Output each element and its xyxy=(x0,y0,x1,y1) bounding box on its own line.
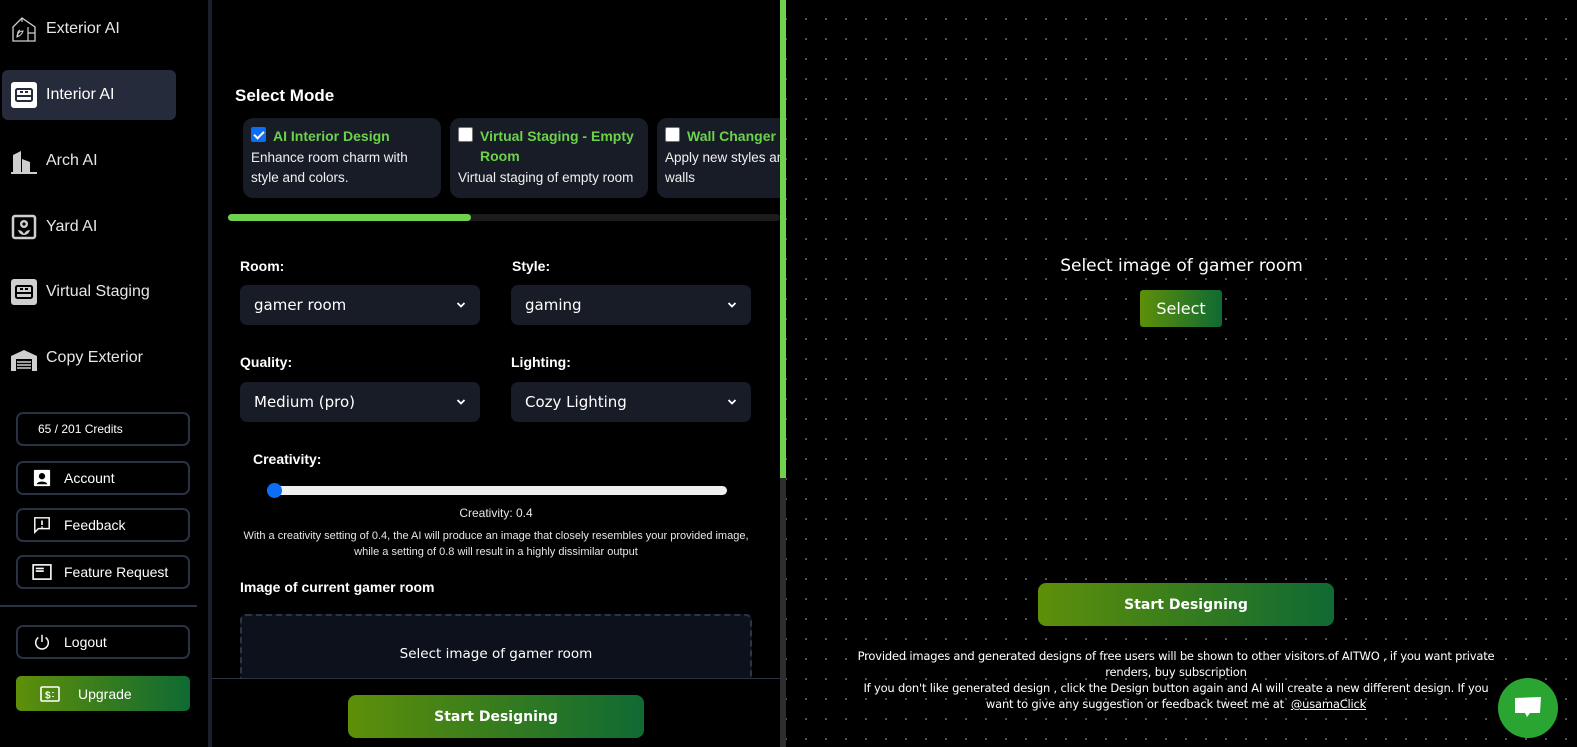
image-upload-label: Image of current gamer room xyxy=(240,579,435,595)
mode-card-ai-interior-design[interactable]: AI Interior Design Enhance room charm wi… xyxy=(243,118,441,198)
mode-description: Enhance room charm with style and colors… xyxy=(251,150,408,185)
logout-button[interactable]: Logout xyxy=(16,625,190,659)
mode-checkbox[interactable] xyxy=(665,127,680,142)
flower-icon xyxy=(10,213,38,241)
mode-title: Wall Changer xyxy=(687,128,776,144)
feedback-notice-line: If you don't like generated design , cli… xyxy=(856,680,1496,712)
privacy-notice-line: Provided images and generated designs of… xyxy=(857,649,1495,679)
sidebar-item-yard-ai[interactable]: Yard AI xyxy=(2,202,176,252)
sidebar-item-interior-ai[interactable]: Interior AI xyxy=(2,70,176,120)
creativity-label: Creativity: xyxy=(253,451,322,467)
select-image-button[interactable]: Select xyxy=(1140,290,1222,327)
sidebar-divider xyxy=(0,605,197,607)
mode-description: Virtual staging of empty room xyxy=(458,170,634,185)
preview-panel: Select image of gamer room Select Start … xyxy=(786,0,1577,747)
mode-checkbox[interactable] xyxy=(458,127,473,142)
account-label: Account xyxy=(64,470,115,486)
feature-request-label: Feature Request xyxy=(64,564,169,580)
svg-text:$: $ xyxy=(45,690,51,701)
garage-icon xyxy=(10,344,38,372)
mode-card-virtual-staging-empty-room[interactable]: Virtual Staging - Empty Room Virtual sta… xyxy=(450,118,648,198)
select-image-label: Select xyxy=(1156,299,1206,318)
feedback-icon xyxy=(32,515,52,535)
preview-start-designing-button[interactable]: Start Designing xyxy=(1038,583,1334,626)
creativity-help-text: With a creativity setting of 0.4, the AI… xyxy=(243,530,749,558)
start-designing-button[interactable]: Start Designing xyxy=(348,695,644,738)
sidebar-item-label: Copy Exterior xyxy=(46,349,143,366)
sidebar-item-label: Interior AI xyxy=(46,86,115,103)
mode-card-wall-changer[interactable]: Wall Changer Apply new styles and colors… xyxy=(657,118,780,198)
settings-panel: Select Mode AI Interior Design Enhance r… xyxy=(212,0,780,747)
preview-start-designing-label: Start Designing xyxy=(1124,596,1248,613)
chevron-down-icon xyxy=(456,399,466,405)
chat-widget-button[interactable] xyxy=(1498,678,1558,738)
quality-label: Quality: xyxy=(240,354,293,370)
sidebar: Exterior AI Interior AI Arch AI Yard AI … xyxy=(0,0,208,747)
style-label: Style: xyxy=(512,258,551,274)
feedback-notice-text: If you don't like generated design , cli… xyxy=(863,681,1489,711)
select-mode-heading: Select Mode xyxy=(235,86,335,105)
account-icon xyxy=(32,468,52,488)
chevron-down-icon xyxy=(456,302,466,308)
bottom-action-bar: Start Designing xyxy=(212,678,780,747)
mode-title: AI Interior Design xyxy=(273,128,390,144)
logout-label: Logout xyxy=(64,634,107,650)
sidebar-item-label: Arch AI xyxy=(46,152,98,169)
feature-request-icon xyxy=(32,562,52,582)
upgrade-label: Upgrade xyxy=(78,685,132,702)
credits-label: 65 / 201 Credits xyxy=(38,422,123,436)
sidebar-item-label: Yard AI xyxy=(46,218,98,235)
room-label: Room: xyxy=(240,258,285,274)
chevron-down-icon xyxy=(727,302,737,308)
mode-description: Apply new styles and colors to walls xyxy=(665,150,780,185)
chat-bubble-icon xyxy=(1515,697,1541,717)
quality-select[interactable]: Medium (pro) xyxy=(240,382,480,422)
greenhouse-icon xyxy=(10,15,38,43)
sidebar-item-label: Virtual Staging xyxy=(46,283,150,300)
creativity-slider[interactable] xyxy=(267,483,727,498)
sidebar-item-exterior-ai[interactable]: Exterior AI xyxy=(2,4,176,54)
lighting-value: Cozy Lighting xyxy=(525,393,627,411)
mode-title: Virtual Staging - Empty Room xyxy=(480,128,634,164)
mode-carousel-scrollbar[interactable] xyxy=(228,214,780,221)
chevron-down-icon xyxy=(727,399,737,405)
mode-carousel-scroll-thumb[interactable] xyxy=(228,214,471,221)
bed-icon xyxy=(10,278,38,306)
sidebar-item-virtual-staging[interactable]: Virtual Staging xyxy=(2,267,176,317)
room-value: gamer room xyxy=(254,296,347,314)
sidebar-item-label: Exterior AI xyxy=(46,20,120,37)
lighting-select[interactable]: Cozy Lighting xyxy=(511,382,751,422)
preview-prompt: Select image of gamer room xyxy=(1060,256,1303,276)
feature-request-button[interactable]: Feature Request xyxy=(16,555,190,589)
mode-card-carousel[interactable]: AI Interior Design Enhance room charm wi… xyxy=(243,118,780,198)
dropzone-text: Select image of gamer room xyxy=(399,646,593,662)
feedback-button[interactable]: Feedback xyxy=(16,508,190,542)
credits-display[interactable]: 65 / 201 Credits xyxy=(16,412,190,446)
upgrade-button[interactable]: $ Upgrade xyxy=(16,676,190,711)
account-button[interactable]: Account xyxy=(16,461,190,495)
sidebar-item-arch-ai[interactable]: Arch AI xyxy=(2,136,176,186)
feedback-label: Feedback xyxy=(64,517,126,533)
start-designing-label: Start Designing xyxy=(434,708,558,725)
sidebar-item-copy-exterior[interactable]: Copy Exterior xyxy=(2,333,176,383)
mode-checkbox[interactable] xyxy=(251,127,266,142)
buildings-icon xyxy=(10,147,38,175)
creativity-slider-handle[interactable] xyxy=(267,483,282,498)
power-icon xyxy=(32,632,52,652)
privacy-notice: Provided images and generated designs of… xyxy=(856,648,1496,712)
quality-value: Medium (pro) xyxy=(254,393,355,411)
room-select[interactable]: gamer room xyxy=(240,285,480,325)
creativity-readout: Creativity: 0.4 xyxy=(459,506,533,520)
lighting-label: Lighting: xyxy=(511,354,571,370)
style-value: gaming xyxy=(525,296,582,314)
style-select[interactable]: gaming xyxy=(511,285,751,325)
bed-icon xyxy=(10,81,38,109)
twitter-handle-link[interactable]: @usamaClick xyxy=(1291,697,1366,711)
dollar-bill-icon: $ xyxy=(40,685,60,703)
